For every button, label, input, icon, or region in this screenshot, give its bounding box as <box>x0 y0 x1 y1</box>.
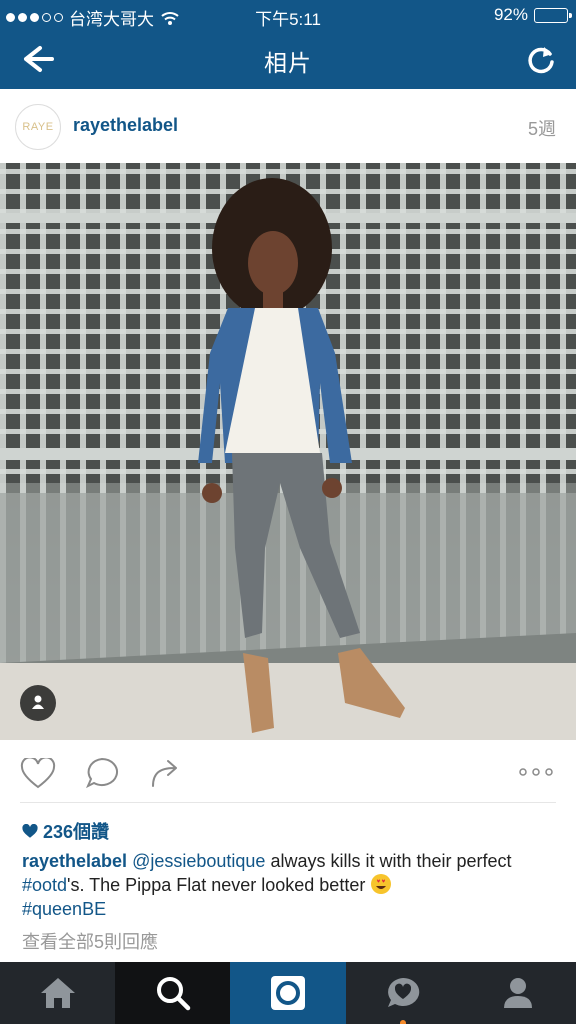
caption-text-2: 's. The Pippa Flat never looked better <box>67 875 371 895</box>
tab-home[interactable] <box>0 962 115 1024</box>
refresh-icon[interactable] <box>524 43 558 77</box>
home-icon <box>40 978 75 1008</box>
person-icon <box>32 695 44 709</box>
post-username[interactable]: rayethelabel <box>73 115 178 136</box>
caption-hashtag-queenbe[interactable]: #queenBE <box>22 899 106 919</box>
post-caption: rayethelabel @jessieboutique always kill… <box>22 849 562 921</box>
page-title: 相片 <box>264 50 312 76</box>
caption-text-1: always kills it with their perfect <box>265 851 512 871</box>
photo-image <box>0 163 576 740</box>
status-right: 92% <box>493 5 572 25</box>
heart-eyes-emoji-icon <box>371 874 392 894</box>
share-arrow-icon[interactable] <box>150 757 182 789</box>
search-icon <box>156 977 191 1011</box>
view-all-comments-link[interactable]: 查看全部5則回應 <box>22 928 158 954</box>
battery-percent: 92% <box>493 5 528 24</box>
caption-username[interactable]: rayethelabel <box>22 851 127 871</box>
activity-icon <box>388 977 420 1007</box>
tab-activity[interactable] <box>346 962 461 1024</box>
heart-icon <box>22 823 38 838</box>
nav-bar: 相片 <box>0 30 576 89</box>
comment-icon[interactable] <box>84 756 120 790</box>
status-time: 下午5:11 <box>255 10 321 29</box>
like-count[interactable]: 236個讚 <box>22 818 109 844</box>
actions-divider <box>20 802 556 803</box>
more-options-icon[interactable] <box>518 767 554 777</box>
camera-icon <box>271 976 305 1010</box>
post-photo[interactable] <box>0 163 576 740</box>
activity-notification-dot <box>400 1020 407 1024</box>
battery-icon <box>534 7 572 23</box>
post-time: 5週 <box>527 119 556 139</box>
like-count-label: 236個讚 <box>43 822 110 842</box>
tab-bar <box>0 962 576 1024</box>
status-bar: 台湾大哥大 下午5:11 92% <box>0 0 576 30</box>
tab-search[interactable] <box>115 962 231 1024</box>
post-header: RAYE rayethelabel 5週 <box>0 89 576 163</box>
post-actions <box>0 740 576 804</box>
caption-hashtag-ootd[interactable]: #ootd <box>22 875 67 895</box>
tagged-people-button[interactable] <box>20 685 56 721</box>
tab-camera[interactable] <box>230 962 346 1024</box>
avatar[interactable]: RAYE <box>15 104 61 150</box>
profile-icon <box>504 978 533 1008</box>
like-heart-icon[interactable] <box>20 758 56 790</box>
tab-profile[interactable] <box>461 962 576 1024</box>
caption-mention[interactable]: @jessieboutique <box>132 851 265 871</box>
